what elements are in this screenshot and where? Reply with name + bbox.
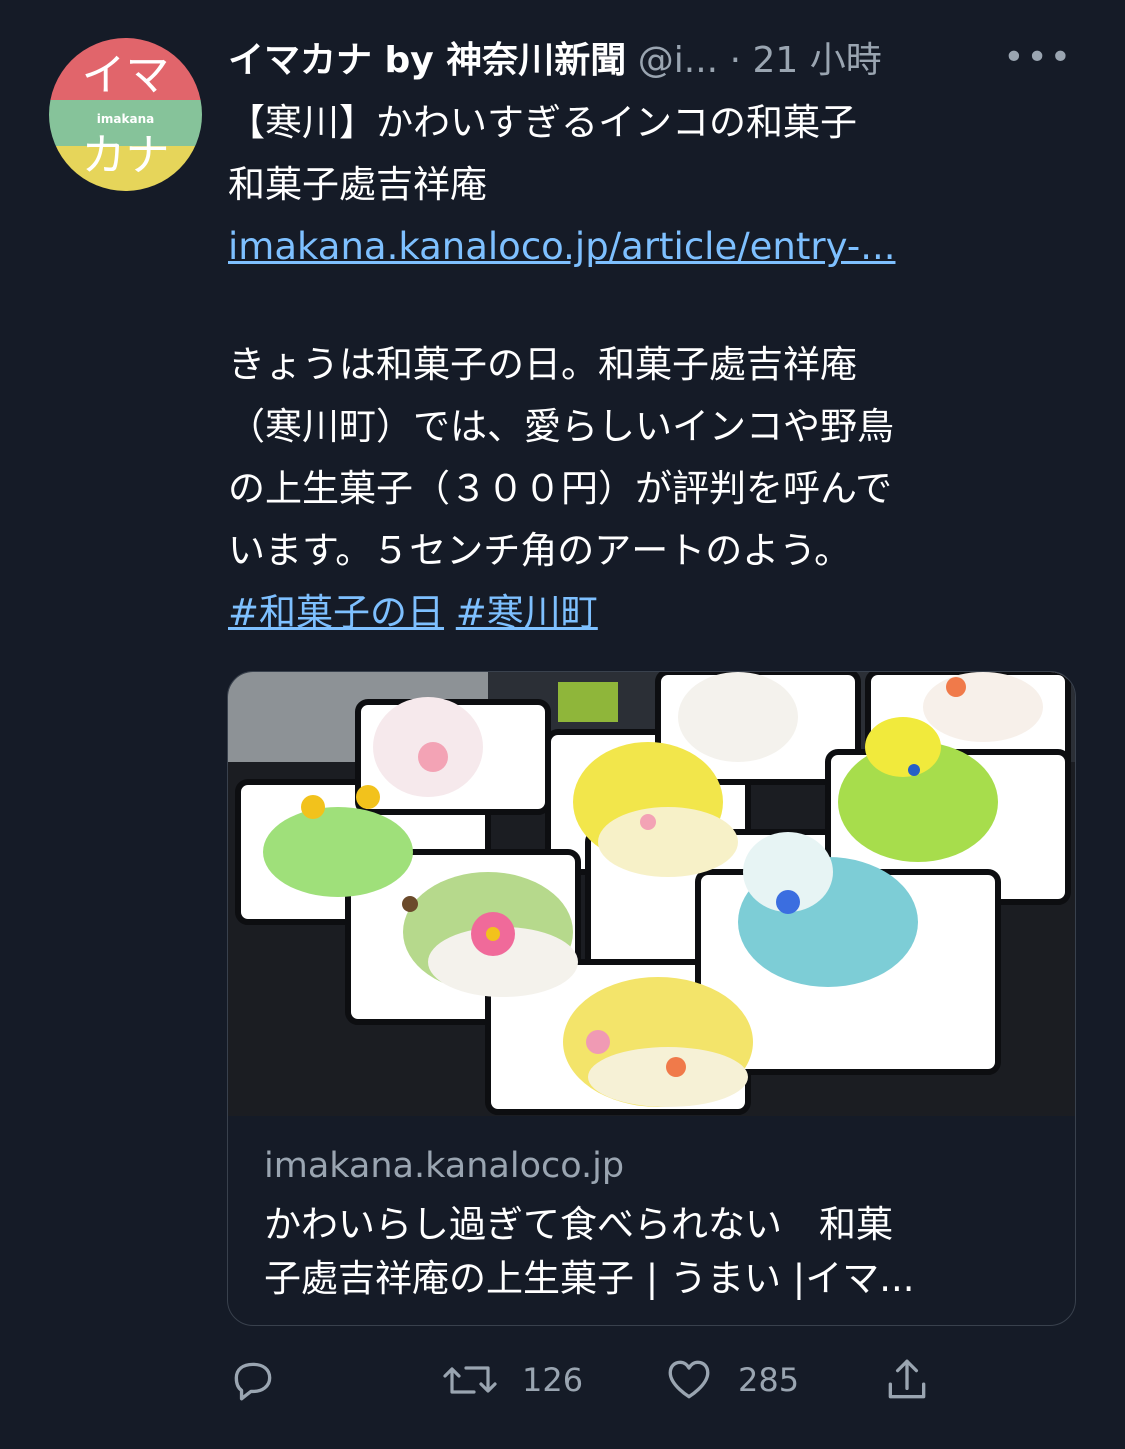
share-button[interactable] (882, 1350, 932, 1410)
tweet-text-line: （寒川町）では、愛らしいインコや野鳥 (228, 405, 894, 448)
tweet-text-line: 和菓子處吉祥庵 (228, 163, 487, 206)
article-link[interactable]: imakana.kanaloco.jp/article/entry-... (228, 225, 895, 268)
share-icon[interactable] (882, 1355, 932, 1405)
author-name[interactable]: イマカナ by 神奈川新聞 (228, 40, 626, 81)
avatar-logo-text-bottom: カナ (81, 130, 170, 181)
separator-dot: · (729, 40, 742, 81)
retweet-button[interactable]: 126 (442, 1350, 583, 1410)
more-options-icon[interactable]: ••• (1003, 36, 1073, 80)
author-handle[interactable]: @i... (638, 40, 718, 81)
tweet-timestamp[interactable]: 21 小時 (752, 40, 881, 81)
hashtag-link[interactable]: #和菓子の日 (228, 591, 444, 634)
avatar-logo-text-top: イマ (81, 50, 170, 101)
card-title-line: 子處吉祥庵の上生菓子 | うまい |イマ... (264, 1257, 915, 1300)
tweet-text-line: きょうは和菓子の日。和菓子處吉祥庵 (228, 343, 857, 386)
card-domain: imakana.kanaloco.jp (264, 1146, 625, 1186)
link-preview-card[interactable]: imakana.kanaloco.jp かわいらし過ぎて食べられない 和菓 子處… (227, 671, 1076, 1326)
heart-icon[interactable] (664, 1355, 714, 1405)
hashtag-link[interactable]: #寒川町 (456, 591, 598, 634)
reply-icon[interactable] (228, 1355, 278, 1405)
card-title: かわいらし過ぎて食べられない 和菓 子處吉祥庵の上生菓子 | うまい |イマ..… (264, 1198, 1044, 1306)
tweet-text: 【寒川】かわいすぎるインコの和菓子 和菓子處吉祥庵 imakana.kanalo… (228, 92, 1068, 644)
reply-button[interactable] (228, 1350, 278, 1410)
tweet-text-line: います。５センチ角のアートのよう。 (228, 529, 852, 572)
like-button[interactable]: 285 (664, 1350, 799, 1410)
retweet-count: 126 (522, 1361, 584, 1399)
like-count: 285 (738, 1361, 800, 1399)
avatar[interactable]: イマ imakana カナ (49, 38, 202, 191)
avatar-logo-text-mid: imakana (96, 112, 155, 126)
tweet-actions: 126 285 (228, 1350, 948, 1410)
tweet-text-line: 【寒川】かわいすぎるインコの和菓子 (228, 101, 857, 144)
retweet-icon[interactable] (442, 1355, 498, 1405)
card-image[interactable] (228, 672, 1075, 1116)
card-title-line: かわいらし過ぎて食べられない 和菓 (264, 1203, 893, 1246)
tweet-header: イマカナ by 神奈川新聞 @i... · 21 小時 (228, 36, 1098, 86)
tweet-text-line: の上生菓子（３００円）が評判を呼んで (228, 467, 893, 510)
